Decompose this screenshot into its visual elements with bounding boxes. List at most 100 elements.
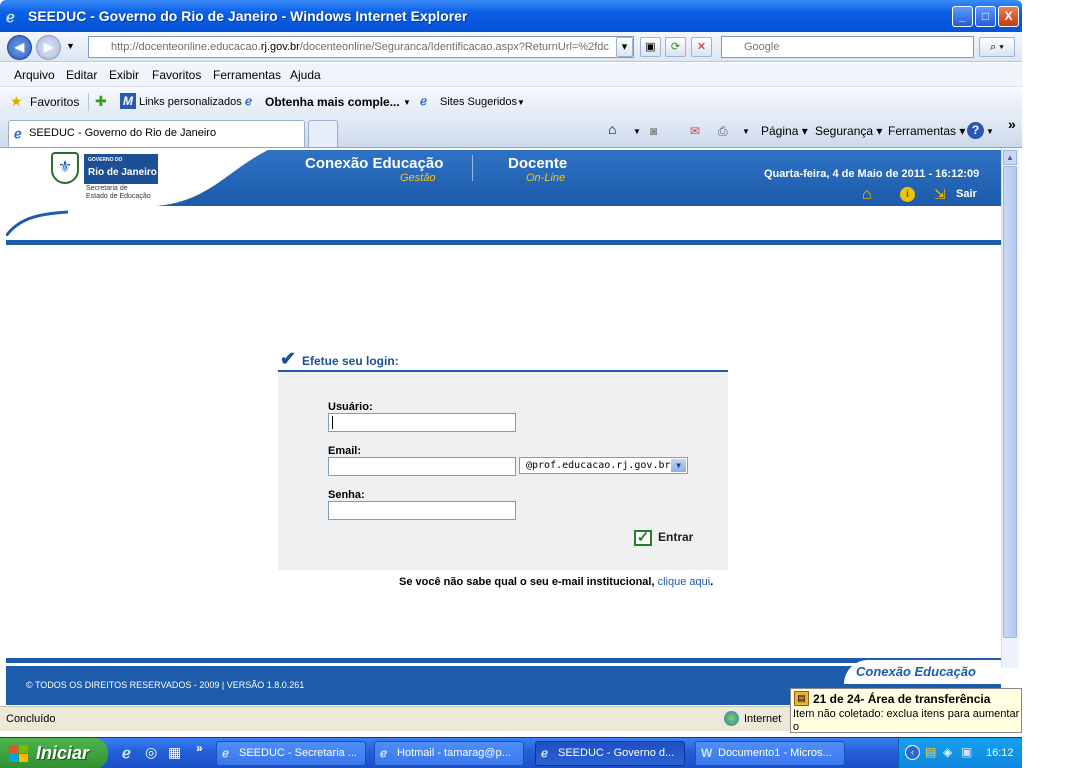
clock[interactable]: 16:12 [986, 747, 1014, 759]
checkmark-icon: ✔ [280, 349, 296, 370]
home-icon[interactable]: ⌂ [862, 186, 872, 204]
tray-network-icon[interactable]: ◈ [943, 745, 952, 759]
ie-page-icon: ℯ [245, 94, 253, 108]
task-seeduc-secretaria[interactable]: ℯ SEEDUC - Secretaria ... [216, 741, 366, 766]
email-domain-select[interactable]: @prof.educacao.rj.gov.br ▼ [519, 457, 688, 474]
close-button[interactable]: X [998, 6, 1019, 27]
address-bar[interactable]: http://docenteonline.educacao.rj.gov.br/… [88, 36, 634, 58]
task-hotmail[interactable]: ℯ Hotmail - tamarag@p... [374, 741, 524, 766]
feeds-icon[interactable]: ◙ [650, 124, 657, 138]
user-label: Usuário: [328, 401, 373, 413]
menu-ferramentas-cmd[interactable]: Ferramentas ▾ [888, 124, 965, 138]
window-title: SEEDUC - Governo do Rio de Janeiro - Win… [28, 8, 468, 24]
status-text: Concluído [6, 713, 56, 725]
banner-divider [6, 240, 1001, 245]
menu-bar: Arquivo Editar Exibir Favoritos Ferramen… [0, 63, 1022, 87]
window-titlebar[interactable]: ℯ SEEDUC - Governo do Rio de Janeiro - W… [0, 0, 1022, 32]
info-icon[interactable]: i [900, 187, 915, 202]
forward-icon[interactable]: ▶ [36, 35, 61, 60]
password-field[interactable] [328, 501, 516, 520]
banner-separator [472, 155, 473, 181]
msn-icon: M [120, 93, 136, 109]
username-field[interactable] [328, 413, 516, 432]
tray-expand-icon[interactable]: ‹ [905, 745, 920, 760]
logout-icon[interactable]: ⇲ [934, 186, 946, 203]
quicklaunch-media-icon[interactable]: ▦ [168, 744, 181, 761]
chevron-down-icon[interactable]: ▼ [633, 127, 641, 136]
favorites-button[interactable]: Favoritos [30, 95, 79, 109]
logo-big-text: Rio de Janeiro [88, 167, 157, 178]
login-panel: ✔ Efetue seu login: Usuário: Email: @pro… [278, 349, 728, 570]
quicklaunch-overflow-icon[interactable]: » [196, 741, 203, 755]
history-dropdown-icon[interactable]: ▼ [66, 41, 75, 51]
globe-icon [724, 711, 739, 726]
quicklaunch-ie-icon[interactable]: ℯ [122, 744, 131, 762]
quicklaunch-desktop-icon[interactable]: ◎ [145, 744, 157, 761]
banner-actions: ⌂ i ⇲ Sair [862, 186, 1001, 204]
minimize-button[interactable]: _ [952, 6, 973, 27]
navigation-bar: ◀ ▶ ▼ http://docenteonline.educacao.rj.g… [0, 32, 1022, 62]
clipboard-notification[interactable]: ▤ 21 de 24- Área de transferência Item n… [790, 688, 1022, 733]
ferramentas-label: Ferramentas [888, 124, 957, 138]
compat-view-icon[interactable]: ▣ [640, 37, 661, 57]
start-label: Iniciar [36, 743, 90, 763]
links-personalizados[interactable]: Links personalizados [139, 96, 242, 108]
scroll-up-icon[interactable]: ▲ [1003, 150, 1017, 165]
start-button[interactable]: Iniciar [0, 738, 108, 768]
home-icon[interactable]: ⌂ [608, 121, 616, 137]
help-icon[interactable]: ? [967, 122, 984, 139]
scroll-thumb[interactable] [1003, 166, 1017, 638]
menu-seguranca[interactable]: Segurança ▾ [815, 124, 882, 138]
back-icon[interactable]: ◀ [7, 35, 32, 60]
task-seeduc-governo[interactable]: ℯ SEEDUC - Governo d... [535, 741, 685, 766]
web-page: ⚜ GOVERNO DO Rio de Janeiro Secretaria d… [6, 150, 1001, 705]
email-field[interactable] [328, 457, 516, 476]
ie-icon: ℯ [541, 746, 549, 760]
favorites-bar: ★ Favoritos ✚ M Links personalizados ℯ O… [0, 88, 1022, 116]
menu-pagina[interactable]: Página ▾ [761, 124, 808, 138]
task-documento1[interactable]: W Documento1 - Micros... [695, 741, 845, 766]
print-icon[interactable]: ⎙ [718, 124, 728, 139]
overflow-chevron[interactable]: » [1008, 116, 1016, 132]
add-favorite-icon[interactable]: ✚ [95, 93, 107, 110]
chevron-down-icon[interactable]: ▼ [403, 98, 411, 107]
security-zone[interactable]: Internet [744, 713, 781, 725]
tray-clipboard-icon[interactable]: ▤ [925, 745, 936, 759]
sites-sugeridos[interactable]: Sites Sugeridos [440, 96, 517, 108]
chevron-down-icon[interactable]: ▼ [517, 98, 525, 107]
obtenha-link[interactable]: Obtenha mais comple... [265, 95, 400, 109]
tray-safe-remove-icon[interactable]: ▣ [961, 745, 972, 759]
menu-arquivo[interactable]: Arquivo [14, 68, 55, 82]
search-icon[interactable]: ⌕ ▾ [979, 37, 1015, 57]
menu-ferramentas[interactable]: Ferramentas [213, 68, 281, 82]
ie-icon: ℯ [222, 746, 230, 760]
chevron-down-icon: ▼ [671, 459, 686, 472]
logo-subtitle: Secretaria de Estado de Educação [86, 185, 151, 201]
logo-sub-line1: Secretaria de [86, 185, 128, 192]
favorites-star-icon: ★ [10, 93, 23, 109]
url-domain: rj.gov.br [260, 41, 300, 53]
mail-icon[interactable]: ✉ [690, 124, 700, 138]
stop-icon[interactable]: ✕ [691, 37, 712, 57]
chevron-down-icon[interactable]: ▼ [742, 127, 750, 136]
divider [88, 93, 89, 111]
tab-seeduc[interactable]: ℯ SEEDUC - Governo do Rio de Janeiro [8, 120, 305, 147]
check-icon: ✓ [634, 530, 652, 546]
login-button[interactable]: ✓ Entrar [634, 530, 693, 550]
maximize-button[interactable]: □ [975, 6, 996, 27]
ie-page-icon: ℯ [420, 94, 428, 108]
search-input[interactable]: Google [721, 36, 974, 58]
chevron-down-icon[interactable]: ▼ [986, 127, 994, 136]
rj-logo: GOVERNO DO Rio de Janeiro [84, 154, 158, 184]
address-dropdown-icon[interactable]: ▾ [616, 37, 633, 57]
menu-ajuda[interactable]: Ajuda [290, 68, 321, 82]
menu-favoritos[interactable]: Favoritos [152, 68, 201, 82]
refresh-icon[interactable]: ⟳ [665, 37, 686, 57]
url-prefix: http://docenteonline.educacao. [111, 41, 261, 53]
new-tab-button[interactable] [308, 120, 338, 147]
menu-editar[interactable]: Editar [66, 68, 97, 82]
help-link[interactable]: clique aqui [658, 576, 711, 588]
menu-exibir[interactable]: Exibir [109, 68, 139, 82]
logout-link[interactable]: Sair [956, 188, 977, 200]
logo-small-text: GOVERNO DO [88, 157, 123, 163]
